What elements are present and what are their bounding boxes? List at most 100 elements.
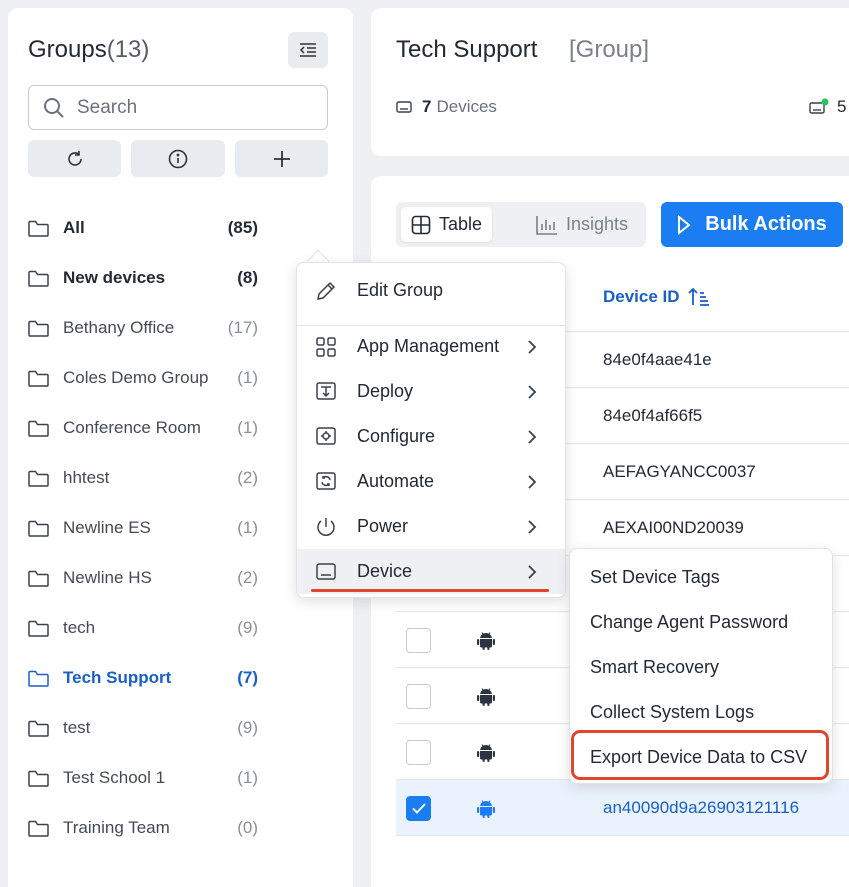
submenu-item-smart-recovery[interactable]: Smart Recovery xyxy=(590,657,719,678)
tab-insights-label: Insights xyxy=(566,214,629,234)
sort-ascending-icon[interactable] xyxy=(687,287,710,307)
refresh-button[interactable] xyxy=(28,140,121,177)
search-field[interactable] xyxy=(28,85,328,130)
online-count-stat: 5 xyxy=(809,97,846,117)
submenu-item-collect-system-logs[interactable]: Collect System Logs xyxy=(590,702,754,723)
group-count: (17) xyxy=(227,318,258,337)
folder-icon xyxy=(28,670,49,687)
deploy-icon xyxy=(316,382,336,400)
view-toggle: Table Insights xyxy=(396,202,646,247)
chevron-right-icon xyxy=(528,430,537,444)
device-id-cell: 84e0f4aae41e xyxy=(603,350,712,369)
group-count: (8) xyxy=(237,268,258,287)
menu-item-app-management[interactable]: App Management xyxy=(297,324,565,369)
row-checkbox-checked[interactable] xyxy=(406,796,431,821)
row-checkbox[interactable] xyxy=(406,628,431,653)
group-item-newline-es[interactable]: Newline ES (1) xyxy=(28,503,258,553)
folder-icon xyxy=(28,620,49,637)
group-name: tech xyxy=(63,618,96,637)
menu-item-label: Device xyxy=(357,561,413,581)
group-count: (9) xyxy=(237,718,258,737)
group-item-newline-hs[interactable]: Newline HS (2) xyxy=(28,553,258,603)
menu-item-device[interactable]: Device xyxy=(297,549,565,594)
info-icon xyxy=(168,149,188,168)
submenu-item-set-device-tags[interactable]: Set Device Tags xyxy=(590,567,720,588)
folder-icon xyxy=(28,720,49,737)
menu-item-deploy[interactable]: Deploy xyxy=(297,369,565,414)
device-id-cell: AEXAI00ND20039 xyxy=(603,518,744,537)
tab-insights[interactable]: Insights xyxy=(526,207,638,242)
configure-icon xyxy=(316,427,336,445)
group-name: All xyxy=(63,218,85,237)
chevron-right-icon xyxy=(528,385,537,399)
bulk-actions-button[interactable]: Bulk Actions xyxy=(661,202,843,247)
menu-item-label: Power xyxy=(357,516,409,536)
column-header-device-id[interactable]: Device ID xyxy=(603,287,710,307)
group-item-hhtest[interactable]: hhtest (2) xyxy=(28,453,258,503)
groups-title-text: Groups xyxy=(28,36,107,63)
group-count: (1) xyxy=(237,418,258,437)
table-row-selected[interactable]: an40090d9a26903121116 xyxy=(396,780,849,836)
group-count: (0) xyxy=(237,818,258,837)
menu-item-edit-group[interactable]: Edit Group xyxy=(297,268,565,313)
group-name: Newline ES xyxy=(63,518,151,537)
device-label: Devices xyxy=(436,97,497,116)
tab-table-label: Table xyxy=(439,214,483,234)
group-item-test[interactable]: test (9) xyxy=(28,703,258,753)
group-item-tech[interactable]: tech (9) xyxy=(28,603,258,653)
folder-icon xyxy=(28,420,49,437)
pencil-icon xyxy=(317,281,336,300)
group-name: Newline HS xyxy=(63,568,152,587)
plus-icon xyxy=(273,150,290,167)
info-button[interactable] xyxy=(131,140,225,177)
device-id-link[interactable]: an40090d9a26903121116 xyxy=(603,798,799,818)
menu-item-label: Deploy xyxy=(357,381,414,401)
group-item-coles-demo-group[interactable]: Coles Demo Group (1) xyxy=(28,353,258,403)
folder-icon xyxy=(28,770,49,787)
bulk-actions-label: Bulk Actions xyxy=(705,213,827,235)
group-item-training-team[interactable]: Training Team (0) xyxy=(28,803,258,853)
groups-count: (13) xyxy=(106,36,150,63)
chevron-right-icon xyxy=(528,340,537,354)
group-item-tech-support[interactable]: Tech Support (7) xyxy=(28,653,258,703)
group-count: (2) xyxy=(237,468,258,487)
submenu-item-change-agent-password[interactable]: Change Agent Password xyxy=(590,612,788,633)
menu-item-label: Edit Group xyxy=(357,280,444,300)
group-name: test xyxy=(63,718,91,737)
apps-grid-icon xyxy=(316,337,336,357)
add-group-button[interactable] xyxy=(235,140,328,177)
group-list: All (85) New devices (8) Bethany Office … xyxy=(28,203,258,853)
device-submenu: Set Device Tags Change Agent Password Sm… xyxy=(569,548,833,784)
menu-item-configure[interactable]: Configure xyxy=(297,414,565,459)
android-icon xyxy=(477,744,495,762)
group-item-all[interactable]: All (85) xyxy=(28,203,258,253)
tab-table[interactable]: Table xyxy=(401,207,493,242)
group-count: (2) xyxy=(237,568,258,587)
refresh-icon xyxy=(67,150,82,166)
row-checkbox[interactable] xyxy=(406,740,431,765)
chevron-right-icon xyxy=(528,520,537,534)
folder-icon xyxy=(28,520,49,537)
group-item-bethany-office[interactable]: Bethany Office (17) xyxy=(28,303,258,353)
annotation-highlight-box xyxy=(571,730,829,780)
device-count-stat: 7 Devices xyxy=(396,97,497,117)
search-input[interactable] xyxy=(77,96,307,119)
menu-item-automate[interactable]: Automate xyxy=(297,459,565,504)
device-count: 7 xyxy=(422,97,432,116)
group-name: Bethany Office xyxy=(63,318,175,337)
row-checkbox[interactable] xyxy=(406,684,431,709)
folder-icon xyxy=(28,570,49,587)
group-item-test-school-1[interactable]: Test School 1 (1) xyxy=(28,753,258,803)
android-icon xyxy=(477,800,495,818)
group-count: (7) xyxy=(237,668,258,687)
device-icon xyxy=(396,100,412,113)
insights-icon xyxy=(536,215,557,235)
group-count: (1) xyxy=(237,518,258,537)
column-header-label: Device ID xyxy=(603,287,680,306)
device-id-cell: AEFAGYANCC0037 xyxy=(603,462,756,481)
group-context-menu: Edit Group App Management Deploy Configu… xyxy=(296,262,566,598)
group-item-new-devices[interactable]: New devices (8) xyxy=(28,253,258,303)
collapse-sidebar-button[interactable] xyxy=(288,32,328,68)
group-item-conference-room[interactable]: Conference Room (1) xyxy=(28,403,258,453)
menu-item-power[interactable]: Power xyxy=(297,504,565,549)
